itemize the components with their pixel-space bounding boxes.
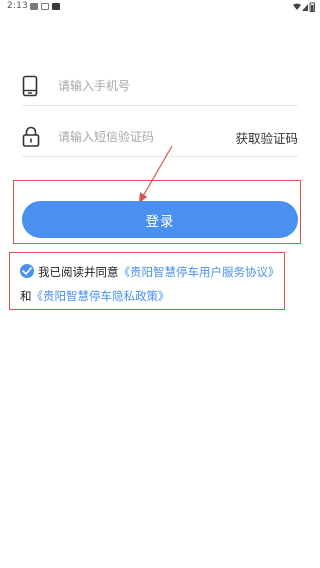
agreement-prefix: 我已阅读并同意 [38,265,119,279]
notification-square-icon [52,3,60,10]
privacy-policy-link[interactable]: 《贵阳智慧停车隐私政策》 [32,289,170,303]
login-page: 2:13 请输入手机号 请输入短信验证码 获取验证码 登录 我已阅读并同意《贵阳… [0,0,320,568]
sms-code-input[interactable] [58,127,228,147]
phone-row [22,72,298,106]
status-time: 2:13 [7,1,29,11]
user-agreement-link[interactable]: 《贵阳智慧停车用户服务协议》 [119,265,280,279]
phone-divider [22,105,298,106]
check-circle-icon[interactable] [20,264,34,278]
status-indicators [293,2,315,12]
notification-image-icon [30,3,38,10]
agreement-connector: 和 [20,289,32,303]
login-button[interactable]: 登录 [22,201,298,238]
code-row: 获取验证码 [22,123,298,157]
phone-icon [22,75,40,97]
get-code-button[interactable]: 获取验证码 [235,128,298,147]
notification-app-icon [41,3,49,10]
agreement-line-2: 和《贵阳智慧停车隐私政策》 [20,288,170,306]
phone-input[interactable] [58,76,228,96]
lock-icon [22,126,40,148]
agreement-line: 我已阅读并同意《贵阳智慧停车用户服务协议》 [20,264,280,284]
status-bar: 2:13 [0,0,320,14]
code-divider [22,156,298,157]
wifi-signal-battery-icon [293,2,315,12]
